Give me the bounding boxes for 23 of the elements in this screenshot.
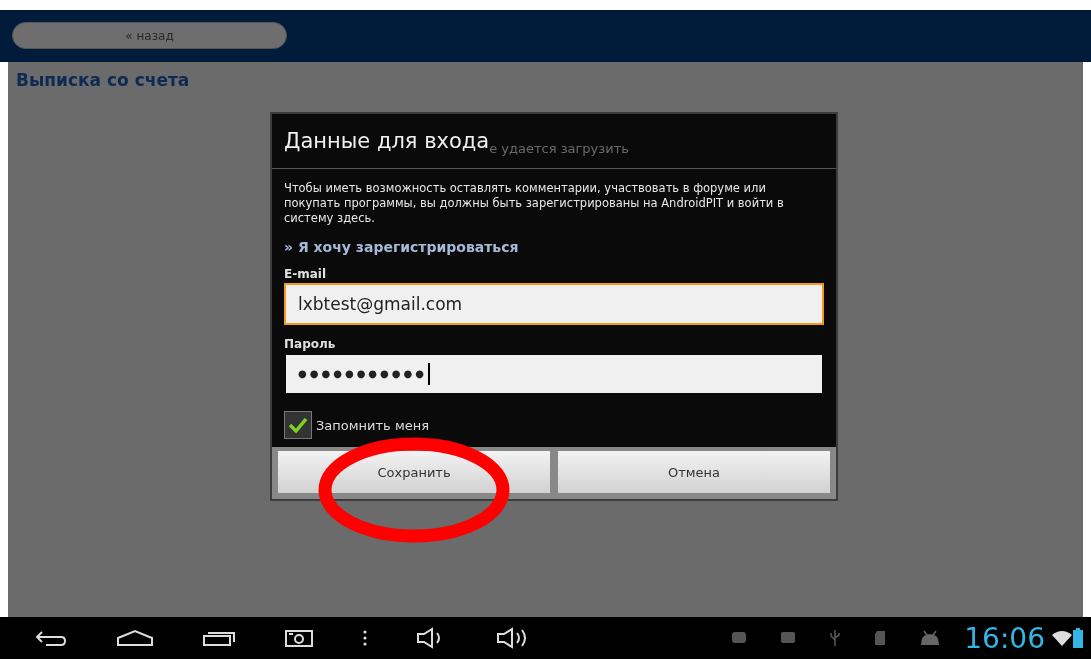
field-label: E-mail [284,267,327,281]
background-message: е удается загрузить [489,140,629,156]
input-field[interactable]: lxbtest@gmail.com [284,283,824,325]
checkbox[interactable] [284,411,312,439]
menu-icon[interactable] [362,629,368,647]
dialog-title: Данные для входа [284,129,490,153]
android-icon [919,630,942,646]
dialog-button[interactable]: Отмена [558,451,830,493]
sd-card-icon [874,630,887,646]
field-label: Пароль [284,337,337,351]
battery-icon [1073,628,1083,648]
home-icon[interactable] [116,629,154,647]
register-link[interactable]: » Я хочу зарегистрироваться [284,239,824,255]
usb-icon [829,629,842,647]
camera-icon[interactable] [284,628,314,648]
recent-apps-icon[interactable] [202,629,236,647]
wifi-icon [1051,630,1073,646]
clock: 16:06 [964,621,1045,655]
page-title: Выписка со счета [16,70,191,90]
input-field[interactable]: ●●●●●●●●●●● [284,353,824,395]
back-icon[interactable] [34,628,68,648]
dialog-description: Чтобы иметь возможность оставлять комментарии, участвовать в форуме или покупать программы, вы должны быть зарегистрированы на AndroidPIT и войти в систему здесь. [284,181,785,226]
checkbox-label: Запомнить меня [316,417,429,433]
